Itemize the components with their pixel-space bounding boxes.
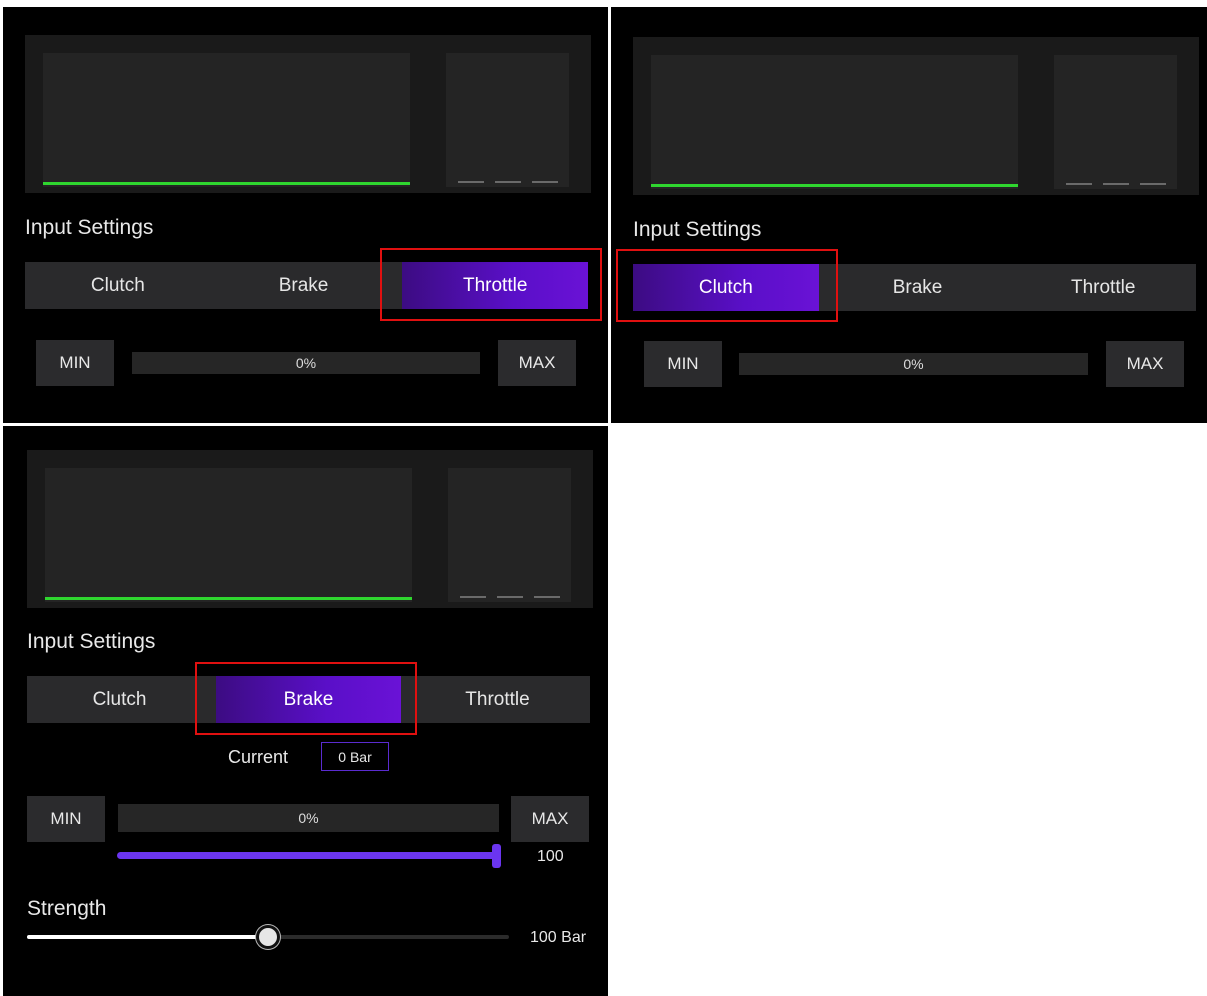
- input-curve-line: [43, 182, 410, 185]
- min-button[interactable]: MIN: [644, 341, 722, 387]
- input-curve-line: [651, 184, 1018, 187]
- max-range-value: 100: [537, 848, 564, 865]
- tab-throttle[interactable]: Throttle: [405, 676, 590, 723]
- clutch-settings-panel: Input Settings Clutch Brake Throttle MIN…: [611, 7, 1207, 423]
- max-button[interactable]: MAX: [498, 340, 576, 386]
- input-level-display: [448, 468, 571, 602]
- highlight-box: [195, 662, 417, 735]
- min-button[interactable]: MIN: [27, 796, 105, 842]
- strength-label: Strength: [27, 897, 107, 920]
- level-dash: [534, 596, 560, 598]
- tab-brake[interactable]: Brake: [825, 264, 1011, 311]
- section-title: Input Settings: [27, 630, 156, 653]
- tab-throttle[interactable]: Throttle: [1010, 264, 1196, 311]
- level-dash: [497, 596, 523, 598]
- throttle-settings-panel: Input Settings Clutch Brake Throttle MIN…: [3, 7, 608, 423]
- input-progress-bar: 0%: [739, 353, 1088, 375]
- brake-settings-panel: Input Settings Clutch Brake Throttle Cur…: [3, 426, 608, 996]
- level-dash: [1066, 183, 1092, 185]
- input-graph-area: [633, 37, 1199, 195]
- level-dash: [458, 181, 484, 183]
- input-graph: [651, 55, 1018, 189]
- input-progress-bar: 0%: [132, 352, 480, 374]
- input-progress-bar: 0%: [118, 804, 499, 832]
- input-graph-area: [27, 450, 593, 608]
- level-dash: [532, 181, 558, 183]
- max-range-slider[interactable]: [117, 852, 499, 859]
- highlight-box: [616, 249, 838, 322]
- max-button[interactable]: MAX: [1106, 341, 1184, 387]
- section-title: Input Settings: [633, 218, 762, 241]
- highlight-box: [380, 248, 602, 321]
- max-button[interactable]: MAX: [511, 796, 589, 842]
- input-curve-line: [45, 597, 412, 600]
- input-graph-area: [25, 35, 591, 193]
- section-title: Input Settings: [25, 216, 154, 239]
- tab-clutch[interactable]: Clutch: [25, 262, 211, 309]
- input-level-display: [1054, 55, 1177, 189]
- tab-brake[interactable]: Brake: [211, 262, 397, 309]
- level-dash: [1140, 183, 1166, 185]
- current-pressure-label: Current: [228, 747, 289, 767]
- input-level-display: [446, 53, 569, 187]
- strength-slider-fill: [27, 935, 268, 939]
- input-graph: [45, 468, 412, 602]
- max-range-handle[interactable]: [492, 844, 501, 868]
- tab-clutch[interactable]: Clutch: [27, 676, 212, 723]
- strength-slider-thumb[interactable]: [256, 925, 280, 949]
- level-dash: [460, 596, 486, 598]
- min-button[interactable]: MIN: [36, 340, 114, 386]
- current-pressure-value: 0 Bar: [321, 742, 389, 771]
- strength-value: 100 Bar: [530, 929, 587, 946]
- level-dash: [1103, 183, 1129, 185]
- level-dash: [495, 181, 521, 183]
- input-graph: [43, 53, 410, 187]
